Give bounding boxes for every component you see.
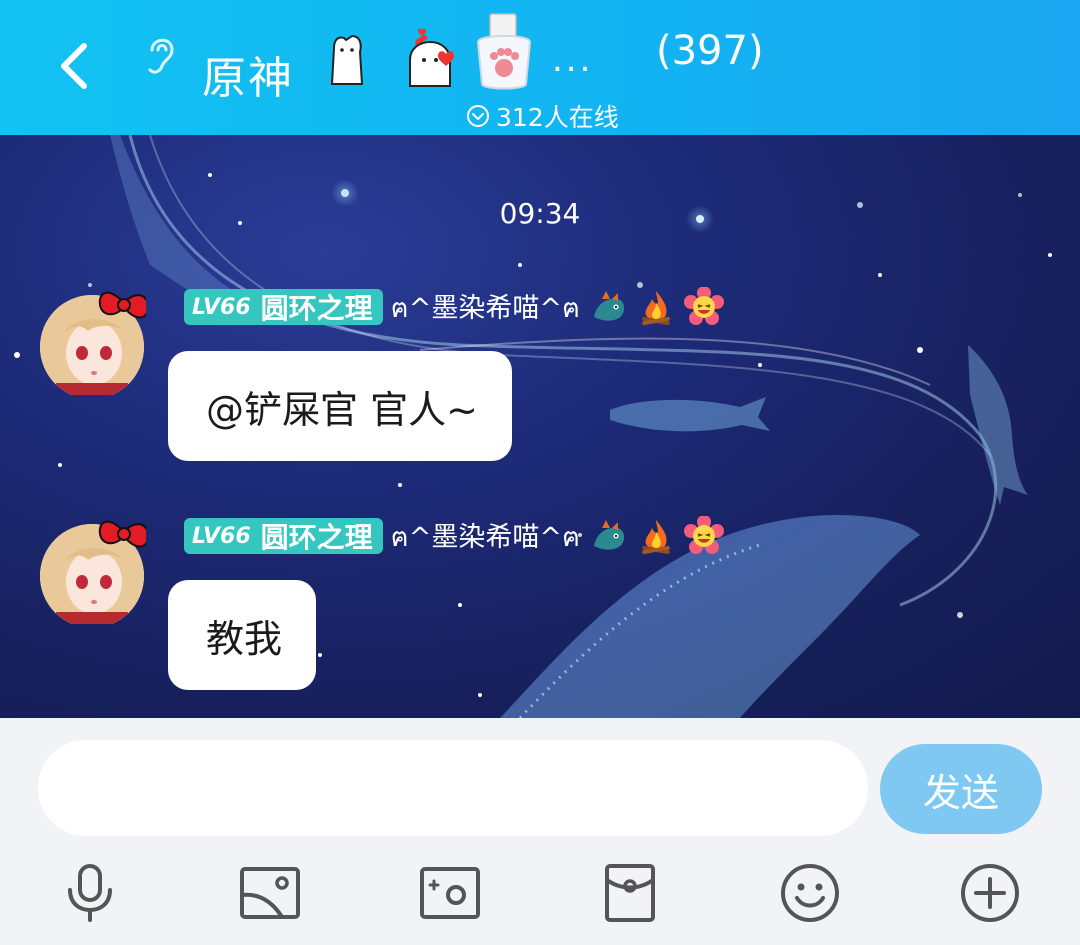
microphone-icon: [68, 864, 112, 922]
title-ellipsis: ...: [552, 40, 594, 80]
emoji-button[interactable]: [775, 858, 845, 928]
level-label: LV66: [192, 294, 251, 320]
flower-face-icon: [684, 516, 725, 554]
red-packet-button[interactable]: [595, 858, 665, 928]
send-button[interactable]: 发送: [880, 744, 1042, 834]
chat-header: 原神 ... (397) 312人在线: [0, 0, 1080, 135]
online-count: 312人在线: [496, 103, 619, 132]
chat-area[interactable]: 09:34 LV66 圆环之理 ฅ^墨染希喵^ฅ @铲屎官 官人~ LV66 圆…: [0, 135, 1080, 718]
more-button[interactable]: [955, 858, 1025, 928]
group-title[interactable]: 原神: [202, 42, 294, 106]
message-bubble[interactable]: 教我: [168, 580, 317, 690]
emoji-icon: [781, 864, 839, 922]
composer-bar: 发送: [0, 718, 1080, 945]
image-icon: [240, 867, 300, 919]
campfire-icon: [642, 291, 670, 326]
online-status[interactable]: 312人在线: [466, 100, 619, 132]
camera-icon: [420, 867, 480, 919]
chevron-circle-icon: [467, 105, 489, 127]
level-label: LV66: [192, 523, 251, 549]
bear-sticker-icon: [330, 34, 364, 85]
red-packet-icon: [605, 864, 655, 922]
message-bubble[interactable]: @铲屎官 官人~: [168, 351, 512, 461]
sender-meta: LV66 圆环之理 ฅ^墨染希喵^ฅ: [184, 287, 725, 326]
message-input[interactable]: [38, 740, 868, 836]
avatar[interactable]: [38, 516, 146, 624]
campfire-icon: [642, 520, 670, 555]
member-count[interactable]: (397): [656, 28, 764, 74]
plus-icon: [961, 864, 1019, 922]
camera-button[interactable]: [415, 858, 485, 928]
member-title-tag: 圆环之理: [260, 292, 373, 325]
love-bear-sticker-icon: [409, 28, 454, 87]
ear-icon[interactable]: [140, 30, 182, 80]
dragon-badge-icon: [594, 291, 625, 321]
level-title-badge: LV66 圆环之理: [184, 289, 383, 325]
voice-button[interactable]: [55, 858, 125, 928]
image-button[interactable]: [235, 858, 305, 928]
flower-face-icon: [684, 287, 725, 325]
cat-paw-cup-sticker-icon: [476, 13, 532, 90]
member-title-tag: 圆环之理: [260, 521, 373, 554]
level-title-badge: LV66 圆环之理: [184, 518, 383, 554]
sender-meta: LV66 圆环之理 ฅ^墨染希喵^ฅ: [184, 516, 725, 555]
sender-nickname[interactable]: ฅ^墨染希喵^ฅ: [391, 286, 580, 329]
sender-nickname[interactable]: ฅ^墨染希喵^ฅ: [391, 515, 580, 558]
dragon-badge-icon: [594, 520, 625, 550]
message-timestamp: 09:34: [499, 197, 581, 230]
avatar[interactable]: [38, 287, 146, 395]
back-arrow-icon[interactable]: [48, 36, 108, 96]
